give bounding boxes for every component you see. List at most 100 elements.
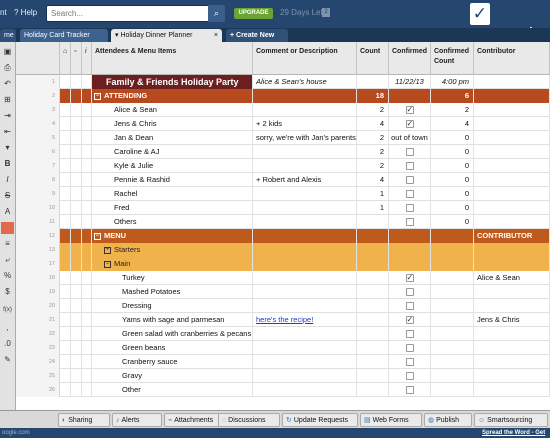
row-icon-cell[interactable] (71, 187, 82, 201)
row-icon-cell[interactable] (82, 159, 92, 173)
row-icon-cell[interactable] (60, 243, 71, 257)
discussion-col-icon[interactable]: ▫ (71, 42, 82, 75)
row-icon-cell[interactable] (60, 257, 71, 271)
col-count[interactable]: Count (357, 42, 389, 75)
format-icon[interactable]: $ (1, 286, 14, 298)
cell-comment[interactable] (253, 89, 357, 103)
row-icon-cell[interactable] (71, 299, 82, 313)
cell-name[interactable]: Gravy (92, 369, 253, 383)
cell-name[interactable]: − Main (92, 257, 253, 271)
cell-contributor[interactable]: Alice & Sean (474, 271, 550, 285)
row-icon-cell[interactable] (82, 369, 92, 383)
highlight-icon[interactable]: ✎ (1, 354, 14, 366)
expand-icon[interactable]: + (104, 246, 111, 254)
cell-count[interactable]: 4 (357, 173, 389, 187)
row-icon-cell[interactable] (71, 383, 82, 397)
row-icon-cell[interactable] (60, 271, 71, 285)
cell-name[interactable]: Jens & Chris (92, 117, 253, 131)
row-number[interactable]: 12 (16, 229, 60, 243)
cell-name[interactable]: − ATTENDING (92, 89, 253, 103)
cell-comment[interactable] (253, 355, 357, 369)
web-forms-button[interactable]: ▤ Web Forms (360, 413, 422, 427)
cell-contributor[interactable] (474, 215, 550, 229)
cell-contributor[interactable] (474, 89, 550, 103)
cell-comment[interactable] (253, 187, 357, 201)
row-icon-cell[interactable] (60, 327, 71, 341)
cell-comment[interactable] (253, 215, 357, 229)
row-icon-cell[interactable] (82, 243, 92, 257)
cell-confirmed[interactable]: ✓ (389, 313, 431, 327)
cell-count[interactable]: 1 (357, 201, 389, 215)
row-icon-cell[interactable] (82, 145, 92, 159)
row-number[interactable]: 18 (16, 271, 60, 285)
discussions-button[interactable]: ◌ Discussions (218, 413, 280, 427)
update-requests-button[interactable]: ↻ Update Requests (282, 413, 358, 427)
smartsourcing-button[interactable]: ☺ Smartsourcing (474, 413, 548, 427)
upgrade-button[interactable]: UPGRADE (234, 8, 273, 19)
row-icon-cell[interactable] (71, 201, 82, 215)
cell-name[interactable]: Others (92, 215, 253, 229)
row-icon-cell[interactable] (71, 271, 82, 285)
row-icon-cell[interactable] (60, 89, 71, 103)
cell-confirmed[interactable] (389, 159, 431, 173)
cell-contributor[interactable]: CONTRIBUTOR (474, 229, 550, 243)
cell-ccount[interactable]: 0 (431, 173, 474, 187)
row-icon-cell[interactable] (60, 131, 71, 145)
row-number[interactable]: 24 (16, 355, 60, 369)
cell-ccount[interactable]: 2 (431, 103, 474, 117)
cell-confirmed[interactable] (389, 299, 431, 313)
cell-count[interactable]: 2 (357, 103, 389, 117)
checkbox[interactable] (405, 372, 414, 381)
col-comment[interactable]: Comment or Description (253, 42, 357, 75)
cell-ccount[interactable] (431, 313, 474, 327)
row-icon-cell[interactable] (71, 327, 82, 341)
cell-ccount[interactable] (431, 341, 474, 355)
row-icon-cell[interactable] (71, 145, 82, 159)
row-icon-cell[interactable] (60, 369, 71, 383)
cell-confirmed[interactable] (389, 145, 431, 159)
dropdown-icon[interactable]: ▾ (1, 142, 14, 154)
checkbox[interactable] (405, 330, 414, 339)
row-icon-cell[interactable] (82, 187, 92, 201)
percent-icon[interactable]: % (1, 270, 14, 282)
cell-name[interactable]: Rachel (92, 187, 253, 201)
row-number[interactable]: 9 (16, 187, 60, 201)
row-number[interactable]: 1 (16, 75, 60, 89)
row-icon-cell[interactable] (60, 103, 71, 117)
cell-comment[interactable]: + Robert and Alexis (253, 173, 357, 187)
row-icon-cell[interactable] (82, 75, 92, 89)
cell-confirmed[interactable] (389, 89, 431, 103)
row-icon-cell[interactable] (60, 145, 71, 159)
cell-contributor[interactable] (474, 159, 550, 173)
collapse-icon[interactable]: − (94, 232, 101, 240)
row-icon-cell[interactable] (82, 201, 92, 215)
cell-confirmed[interactable] (389, 187, 431, 201)
publish-button[interactable]: ◍ Publish (424, 413, 472, 427)
cell-comment[interactable] (253, 257, 357, 271)
cell-name[interactable]: Caroline & AJ (92, 145, 253, 159)
save-icon[interactable]: ▣ (1, 46, 14, 58)
cell-count[interactable]: 1 (357, 187, 389, 201)
row-icon-cell[interactable] (82, 117, 92, 131)
cell-count[interactable]: 4 (357, 117, 389, 131)
cell-comment[interactable] (253, 271, 357, 285)
checked-checkbox[interactable]: ✓ (405, 106, 414, 115)
cell-name[interactable]: Alice & Sean (92, 103, 253, 117)
cell-comment[interactable] (253, 341, 357, 355)
cell-confirmed[interactable] (389, 341, 431, 355)
tab-holiday-card-tracker[interactable]: Holiday Card Tracker (20, 29, 108, 42)
cell-ccount[interactable] (431, 257, 474, 271)
checkbox[interactable] (405, 302, 414, 311)
row-number[interactable]: 7 (16, 159, 60, 173)
insert-row-icon[interactable]: ⊞ (1, 94, 14, 106)
row-icon-cell[interactable] (71, 243, 82, 257)
cell-ccount[interactable]: 6 (431, 89, 474, 103)
cell-ccount[interactable]: 4:00 pm (431, 75, 474, 89)
row-icon-cell[interactable] (82, 313, 92, 327)
cell-ccount[interactable]: 0 (431, 215, 474, 229)
cell-ccount[interactable] (431, 369, 474, 383)
cell-name[interactable]: Dressing (92, 299, 253, 313)
cell-contributor[interactable] (474, 383, 550, 397)
cell-name[interactable]: Other (92, 383, 253, 397)
checkbox[interactable] (405, 358, 414, 367)
